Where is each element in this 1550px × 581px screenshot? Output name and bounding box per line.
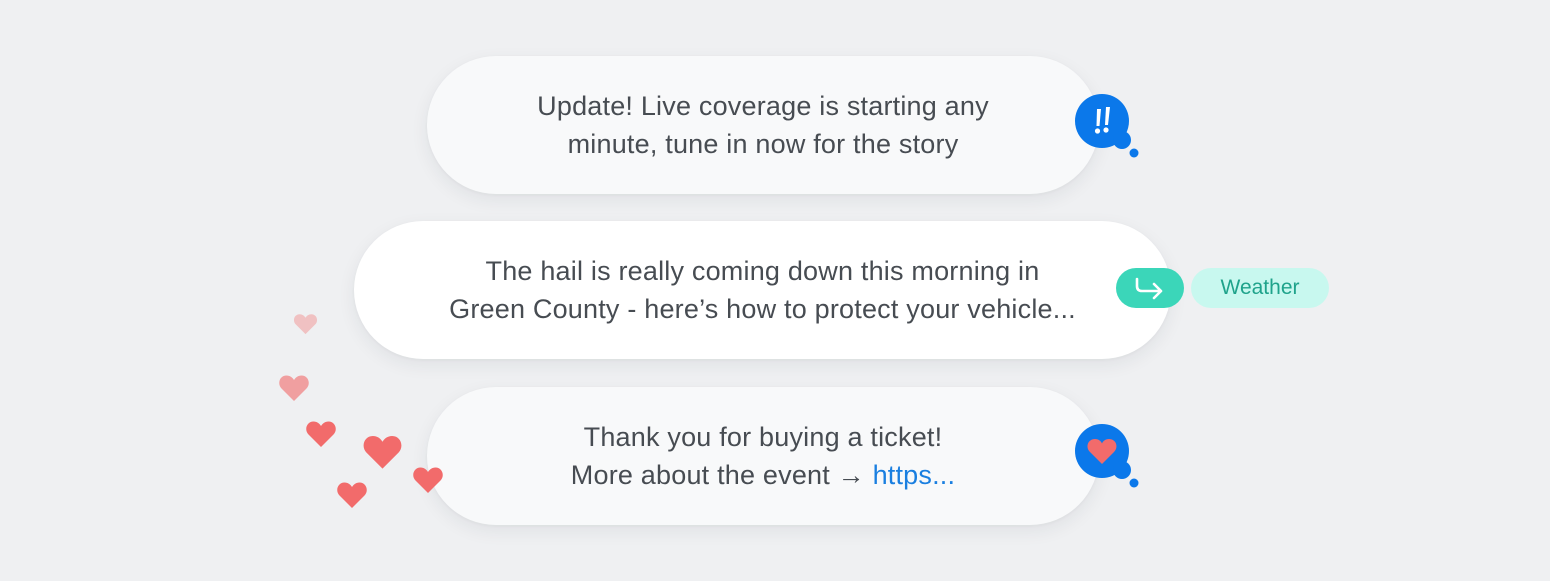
message-bubble-weather[interactable]: The hail is really coming down this morn… <box>354 221 1171 359</box>
floating-heart-icon <box>362 434 403 470</box>
message-text: Thank you for buying a ticket! More abou… <box>571 418 955 494</box>
event-link[interactable]: https... <box>873 460 956 490</box>
double-exclamation-icon <box>1075 94 1139 158</box>
message-bubble-ticket[interactable]: Thank you for buying a ticket! More abou… <box>427 387 1099 525</box>
message-line: minute, tune in now for the story <box>567 129 959 159</box>
message-text: Update! Live coverage is starting any mi… <box>537 87 989 163</box>
message-line: Thank you for buying a ticket! <box>583 422 943 452</box>
share-arrow-icon <box>1135 277 1163 300</box>
message-line: Update! Live coverage is starting any <box>537 91 989 121</box>
floating-heart-icon <box>278 374 310 402</box>
message-line: The hail is really coming down this morn… <box>485 256 1040 286</box>
message-line: More about the event → https... <box>571 456 955 494</box>
floating-heart-icon <box>293 313 318 335</box>
message-text: The hail is really coming down this morn… <box>449 252 1076 328</box>
floating-heart-icon <box>412 466 444 494</box>
reaction-badge <box>1075 424 1139 488</box>
floating-heart-icon <box>336 481 368 509</box>
floating-heart-icon <box>305 420 337 448</box>
alert-badge <box>1075 94 1139 158</box>
message-bubble-update[interactable]: Update! Live coverage is starting any mi… <box>427 56 1099 194</box>
heart-badge-icon <box>1075 424 1139 488</box>
message-line-text: More about the event → <box>570 460 873 490</box>
message-line: Green County - here’s how to protect you… <box>449 294 1076 324</box>
category-tag[interactable]: Weather <box>1191 268 1329 308</box>
share-button[interactable] <box>1116 268 1184 308</box>
